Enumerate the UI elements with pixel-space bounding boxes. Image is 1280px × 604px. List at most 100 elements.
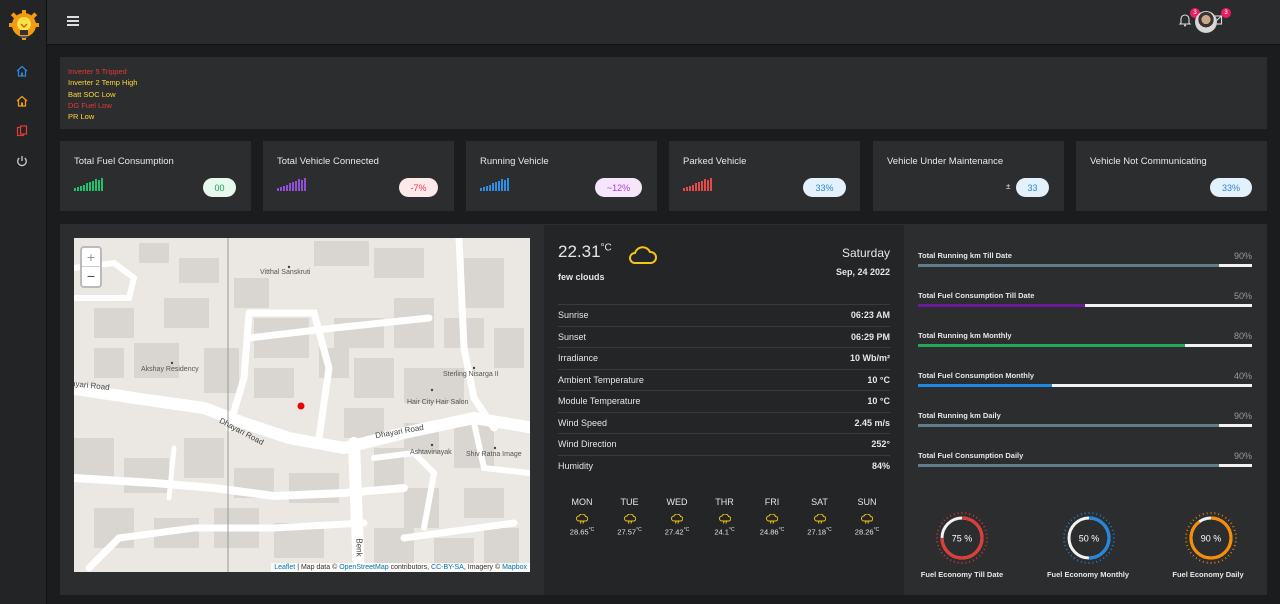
progress-percent: 90% bbox=[1233, 411, 1252, 421]
forecast-day-label: TUE bbox=[620, 497, 639, 507]
stat-card[interactable]: Total Fuel Consumption 00 bbox=[60, 141, 251, 211]
progress-percent: 90% bbox=[1233, 451, 1252, 461]
menu-icon[interactable] bbox=[67, 16, 79, 26]
map-label: Shiv Ratna Image bbox=[466, 451, 522, 458]
forecast-day-label: THR bbox=[715, 497, 734, 507]
current-temperature: 22.31°C bbox=[558, 242, 612, 261]
attribution-text: , Imagery © bbox=[463, 564, 503, 571]
stat-card[interactable]: Running Vehicle ~12% bbox=[466, 141, 657, 211]
forecast-day: THR 24.1°C bbox=[705, 497, 745, 537]
progress-fill bbox=[918, 384, 1052, 387]
forecast-day-label: SUN bbox=[857, 497, 877, 507]
gauge-label: Fuel Economy Daily bbox=[1172, 570, 1244, 579]
alert-item: DG Fuel Low bbox=[68, 100, 112, 110]
stat-card[interactable]: Total Vehicle Connected -7% bbox=[263, 141, 454, 211]
notification-bell-icon[interactable]: 3 bbox=[1178, 8, 1200, 29]
weather-row: Module Temperature 10 °C bbox=[558, 390, 890, 411]
progress-fill bbox=[918, 264, 1219, 267]
sparkline-icon bbox=[480, 178, 509, 191]
map-label: Vitthal Sanskruti bbox=[260, 269, 311, 276]
stat-card[interactable]: Parked Vehicle 33% bbox=[669, 141, 860, 211]
progress-item: Total Running km Daily 90% bbox=[918, 411, 1252, 427]
leaflet-link[interactable]: Leaflet bbox=[274, 564, 295, 571]
weather-row: Wind Speed 2.45 m/s bbox=[558, 411, 890, 433]
map-label: Hair City Hair Salon bbox=[407, 399, 469, 406]
progress-percent: 90% bbox=[1233, 251, 1252, 261]
gauge-value: 90 % bbox=[1201, 534, 1222, 544]
weather-row-value: 252° bbox=[871, 439, 890, 449]
progress-bar bbox=[918, 344, 1252, 347]
rain-cloud-icon bbox=[766, 513, 779, 524]
attribution-text: | Map data © bbox=[295, 564, 340, 571]
stat-card[interactable]: Vehicle Not Communicating 33% bbox=[1076, 141, 1267, 211]
weather-row: Sunrise 06:23 AM bbox=[558, 304, 890, 325]
weather-row-value: 06:29 PM bbox=[850, 331, 890, 342]
dashboard-home-icon[interactable] bbox=[12, 91, 32, 111]
weather-row-value: 84% bbox=[871, 460, 890, 471]
rain-cloud-icon bbox=[576, 513, 589, 524]
card-value-prefix: ± bbox=[1006, 182, 1011, 191]
map-label: Benk bbox=[354, 538, 364, 557]
card-title: Running Vehicle bbox=[480, 156, 549, 167]
fuel-economy-gauge: 90 % bbox=[1185, 512, 1237, 564]
zoom-out-button[interactable]: − bbox=[82, 267, 100, 286]
alert-item: Batt SOC Low bbox=[68, 89, 116, 99]
progress-fill bbox=[918, 344, 1186, 347]
forecast-temp: 27.57 bbox=[617, 527, 637, 537]
progress-fill bbox=[918, 304, 1085, 307]
attribution-text: contributors, bbox=[388, 564, 432, 571]
weather-day: Saturday bbox=[841, 246, 890, 260]
weather-row-value: 06:23 AM bbox=[850, 310, 890, 320]
weather-row: Irradiance 10 Wb/m² bbox=[558, 347, 890, 368]
weather-row-label: Humidity bbox=[558, 460, 594, 471]
forecast-day-label: MON bbox=[571, 497, 593, 507]
mapbox-link[interactable]: Mapbox bbox=[502, 564, 527, 571]
card-title: Parked Vehicle bbox=[683, 156, 747, 167]
progress-item: Total Running km Till Date 90% bbox=[918, 251, 1252, 267]
forecast-day-label: WED bbox=[666, 497, 688, 507]
weather-row-label: Wind Speed bbox=[558, 417, 608, 428]
progress-label: Total Running km Till Date bbox=[918, 251, 1012, 260]
gauge-label: Fuel Economy Monthly bbox=[1046, 570, 1130, 579]
progress-bar bbox=[918, 464, 1252, 467]
weather-row: Humidity 84% bbox=[558, 454, 890, 476]
progress-label: Total Running km Monthly bbox=[918, 331, 1012, 340]
forecast-temp: 28.26 bbox=[854, 527, 874, 537]
home-icon[interactable] bbox=[12, 61, 32, 81]
alerts-panel: Inverter 5 Tripped Inverter 2 Temp High Ba… bbox=[60, 57, 1267, 129]
forecast-day-label: SAT bbox=[811, 497, 828, 507]
reports-icon[interactable] bbox=[12, 121, 32, 141]
alert-item: Inverter 2 Temp High bbox=[68, 78, 138, 88]
fuel-economy-gauge: 75 % bbox=[936, 512, 988, 564]
card-title: Vehicle Not Communicating bbox=[1090, 156, 1207, 167]
gauge-label: Fuel Economy Till Date bbox=[920, 570, 1004, 579]
forecast-day: SAT 27.18°C bbox=[800, 497, 840, 537]
weather-row-label: Wind Direction bbox=[558, 439, 617, 449]
weather-row-label: Irradiance bbox=[558, 353, 599, 363]
mail-badge: 3 bbox=[1221, 8, 1231, 18]
forecast-day: WED 27.42°C bbox=[657, 497, 697, 537]
stat-card[interactable]: Vehicle Under Maintenance 33 ± bbox=[873, 141, 1064, 211]
top-bar bbox=[47, 0, 1280, 45]
osm-link[interactable]: OpenStreetMap bbox=[339, 564, 388, 571]
rain-cloud-icon bbox=[813, 513, 826, 524]
sidebar bbox=[0, 0, 47, 604]
map-zoom-control: + − bbox=[80, 246, 102, 288]
logo-icon[interactable] bbox=[8, 10, 40, 44]
weather-row-label: Sunset bbox=[558, 331, 587, 342]
card-value-pill: 33% bbox=[1210, 178, 1252, 197]
progress-item: Total Fuel Consumption Till Date 50% bbox=[918, 291, 1252, 307]
map[interactable]: Vitthal Sanskruti Akshay Residency ayari… bbox=[74, 238, 530, 572]
user-avatar[interactable] bbox=[1195, 11, 1217, 33]
progress-item: Total Fuel Consumption Monthly 40% bbox=[918, 371, 1252, 387]
zoom-in-button[interactable]: + bbox=[82, 248, 100, 267]
power-icon[interactable] bbox=[12, 151, 32, 171]
fuel-economy-gauge: 50 % bbox=[1063, 512, 1115, 564]
forecast-day: FRI 24.86°C bbox=[752, 497, 792, 537]
forecast-temp: 24.1 bbox=[714, 527, 729, 537]
progress-percent: 50% bbox=[1233, 291, 1252, 301]
ccbysa-link[interactable]: CC-BY-SA bbox=[431, 564, 464, 571]
progress-bar bbox=[918, 384, 1252, 387]
rain-cloud-icon bbox=[671, 513, 684, 524]
weather-row-label: Sunrise bbox=[558, 310, 589, 320]
